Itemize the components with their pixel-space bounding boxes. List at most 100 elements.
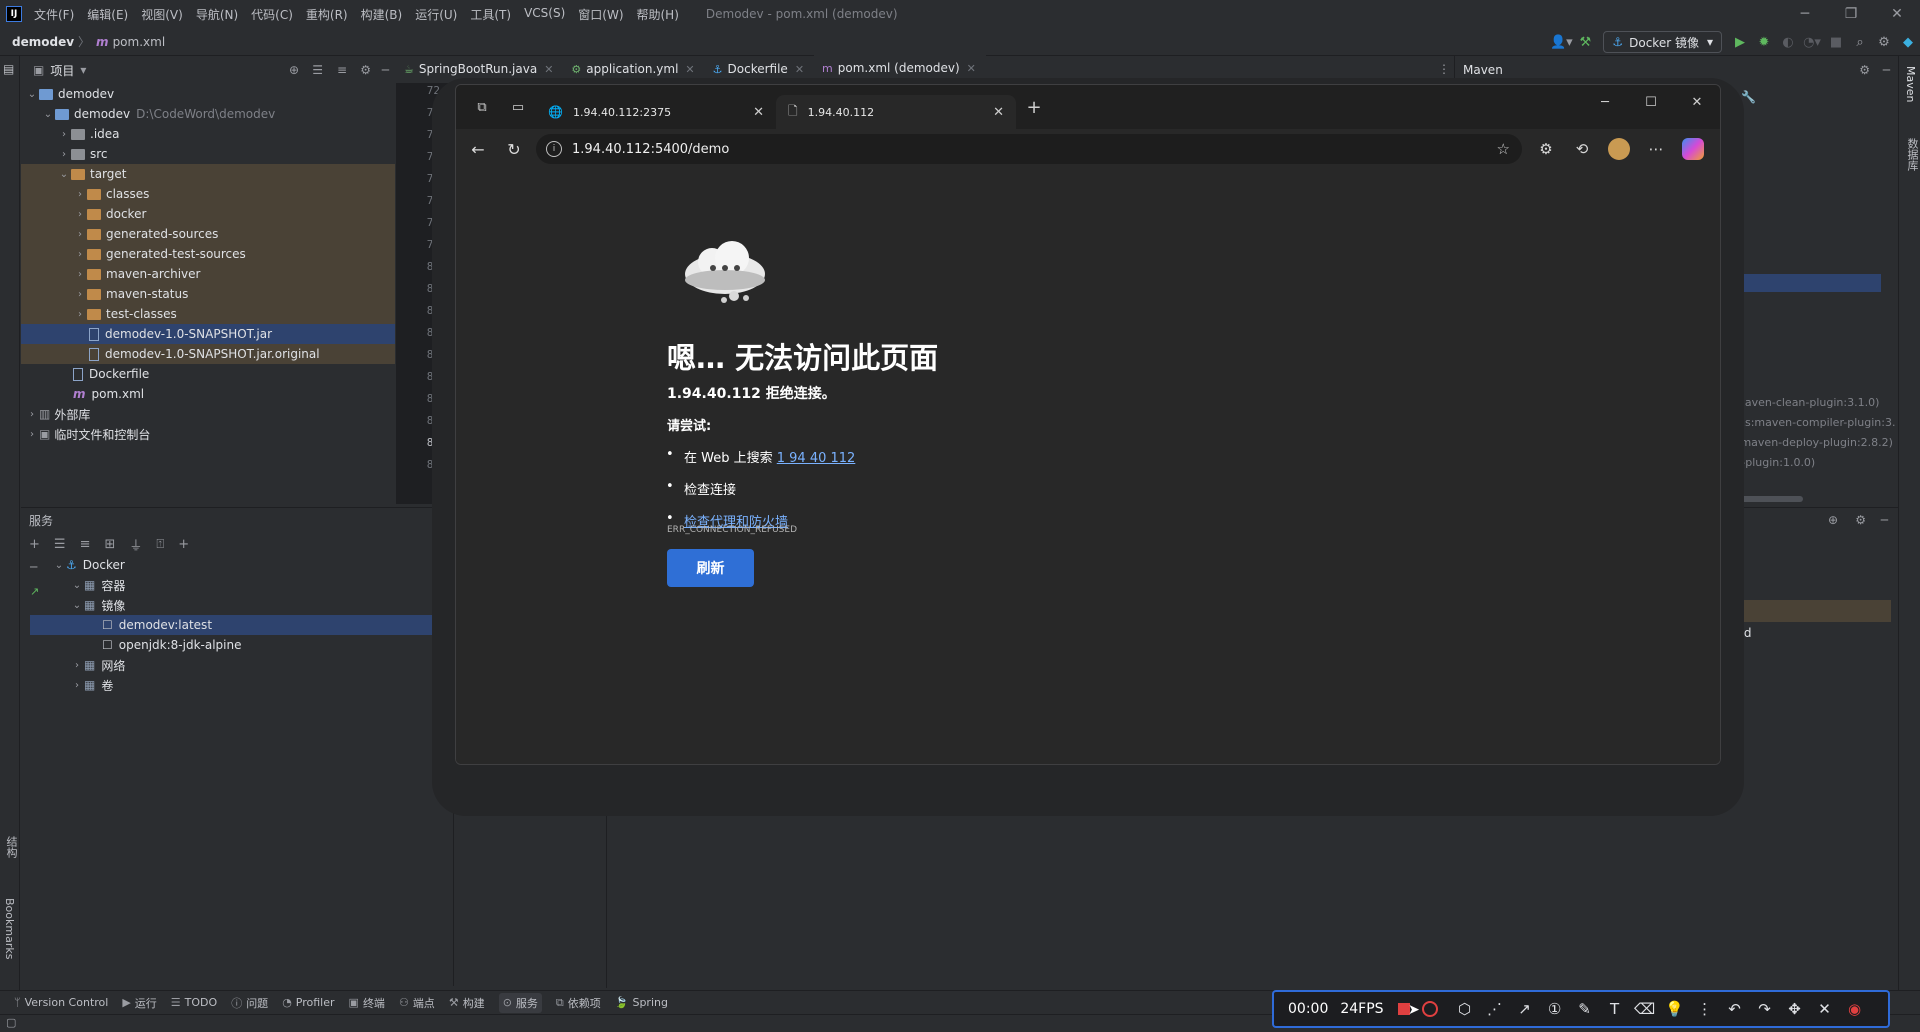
menu-item[interactable]: 重构(R) (306, 6, 348, 23)
services-tree-row[interactable]: › ▦ 卷 (30, 675, 454, 695)
project-tree-row[interactable]: › classes (21, 184, 395, 204)
collapse-all-icon[interactable]: ≡ (337, 63, 347, 77)
database-tool-label[interactable]: 数据库 (1904, 138, 1920, 171)
project-tree-row[interactable]: m pom.xml (21, 384, 395, 404)
project-tree-row[interactable]: › ▥ 外部库 (21, 404, 395, 424)
profile-icon[interactable]: ◔▾ (1800, 30, 1824, 54)
hide-panel-icon[interactable]: ─ (382, 63, 389, 77)
close-tab-icon[interactable]: ✕ (544, 63, 553, 76)
tool-window-button[interactable]: ⧉ 依赖项 (556, 995, 601, 1011)
gear-icon[interactable]: ⚙ (1855, 513, 1866, 527)
tab-options-icon[interactable]: ⋮ (1438, 62, 1450, 76)
maven-tool-label[interactable]: Maven (1904, 66, 1917, 102)
project-tree-row[interactable]: › .idea (21, 124, 395, 144)
tool-window-button[interactable]: 🍃 Spring (615, 996, 668, 1009)
project-tree-row[interactable]: › src (21, 144, 395, 164)
maven-plugin-item[interactable]: ven-plugin:1.0.0) (1721, 456, 1895, 476)
shape-icon[interactable]: ⬡ (1450, 1000, 1480, 1018)
breadcrumb-project[interactable]: demodev (12, 35, 74, 49)
tool-window-button[interactable]: ⓘ 问题 (231, 995, 268, 1011)
chevron-right-icon[interactable]: › (25, 409, 39, 420)
chevron-right-icon[interactable]: › (70, 660, 84, 671)
minimize-icon[interactable]: ─ (1582, 85, 1628, 119)
more-options-icon[interactable]: ⋮ (1690, 1000, 1720, 1018)
chevron-right-icon[interactable]: › (73, 269, 87, 280)
reload-icon[interactable]: ↻ (496, 140, 532, 159)
new-tab-icon[interactable]: + (1016, 93, 1052, 121)
more-menu-icon[interactable]: ⋯ (1638, 140, 1674, 158)
tool-window-button[interactable]: ▶ 运行 (122, 995, 156, 1011)
tool-window-button[interactable]: ☰ TODO (171, 996, 217, 1009)
refresh-button[interactable]: 刷新 (667, 549, 754, 587)
menu-item[interactable]: 文件(F) (34, 6, 74, 23)
tool-window-button[interactable]: ⚇ 端点 (399, 995, 435, 1011)
maven-plugin-item[interactable]: ins:maven-deploy-plugin:2.8.2) (1721, 436, 1895, 456)
workspaces-icon[interactable]: ⧉ (464, 93, 500, 121)
hide-panel-icon[interactable]: ─ (1881, 513, 1888, 527)
tool-window-button[interactable]: ◔ Profiler (282, 996, 334, 1009)
menu-item[interactable]: 编辑(E) (87, 6, 128, 23)
chevron-right-icon[interactable]: › (73, 189, 87, 200)
add-icon[interactable]: + (29, 537, 40, 552)
menu-item[interactable]: 导航(N) (196, 6, 238, 23)
menu-item[interactable]: VCS(S) (524, 6, 565, 23)
undo-icon[interactable]: ↶ (1720, 1000, 1750, 1018)
browser-tab-1[interactable]: 🌐 1.94.40.112:2375 ✕ (536, 95, 776, 129)
project-tree-row[interactable]: demodev-1.0-SNAPSHOT.jar.original (21, 344, 395, 364)
eraser-icon[interactable]: ⌫ (1630, 1000, 1660, 1018)
project-tree-row[interactable]: › docker (21, 204, 395, 224)
globe-icon[interactable]: ⊕ (1828, 513, 1838, 527)
tool-window-button[interactable]: ᛘ Version Control (14, 996, 108, 1009)
chevron-right-icon[interactable]: › (57, 129, 71, 140)
maven-plugin-item[interactable]: :s:maven-clean-plugin:3.1.0) (1721, 396, 1895, 416)
chevron-down-icon[interactable]: ⌄ (70, 600, 84, 611)
project-tree-row[interactable]: demodev-1.0-SNAPSHOT.jar (21, 324, 395, 344)
project-tree-row[interactable]: › maven-archiver (21, 264, 395, 284)
structure-tool-label[interactable]: 结构 (3, 836, 19, 858)
chevron-down-icon[interactable]: ⌄ (25, 89, 39, 100)
site-info-icon[interactable]: i (546, 141, 562, 157)
menu-item[interactable]: 构建(B) (361, 6, 403, 23)
expand-all-icon[interactable]: ☰ (312, 63, 323, 77)
record-status-icon[interactable]: ◉ (1840, 1000, 1870, 1018)
bookmarks-tool-label[interactable]: Bookmarks (3, 898, 16, 959)
gear-icon[interactable]: ⚙ (360, 63, 371, 77)
stop-icon[interactable]: ■ (1824, 30, 1848, 54)
number-marker-icon[interactable]: ① (1540, 1000, 1570, 1018)
run-icon[interactable]: ▶ (1728, 30, 1752, 54)
menu-item[interactable]: 窗口(W) (578, 6, 623, 23)
project-tree-row[interactable]: › test-classes (21, 304, 395, 324)
close-tab-icon[interactable]: ✕ (753, 105, 764, 120)
menu-item[interactable]: 代码(C) (251, 6, 293, 23)
chevron-down-icon[interactable]: ▾ (80, 63, 86, 77)
close-icon[interactable]: ✕ (1674, 85, 1720, 119)
polyline-icon[interactable]: ⋰ (1480, 1000, 1510, 1018)
menu-item[interactable]: 帮助(H) (637, 6, 679, 23)
layout-icon[interactable]: ▢ (6, 1016, 16, 1029)
chevron-right-icon[interactable]: › (73, 249, 87, 260)
chevron-right-icon[interactable]: › (73, 309, 87, 320)
project-tree-row[interactable]: Dockerfile (21, 364, 395, 384)
project-tree-row[interactable]: ⌄ demodev D:\CodeWord\demodev (21, 104, 395, 124)
chevron-down-icon[interactable]: ⌄ (57, 169, 71, 180)
tool-window-button[interactable]: ⚒ 构建 (449, 995, 485, 1011)
maven-plugin-item[interactable]: ugins:maven-compiler-plugin:3. (1721, 416, 1895, 436)
chevron-right-icon[interactable]: › (25, 429, 39, 440)
close-tab-icon[interactable]: ✕ (795, 63, 804, 76)
close-tab-icon[interactable]: ✕ (685, 63, 694, 76)
project-tree-row[interactable]: › generated-test-sources (21, 244, 395, 264)
maven-selected-row[interactable] (1721, 274, 1881, 292)
group-by-icon[interactable]: ⊞ (104, 537, 115, 552)
back-icon[interactable]: ← (460, 140, 496, 159)
filter-icon[interactable]: ⏚ (129, 535, 142, 554)
chevron-right-icon[interactable]: › (73, 209, 87, 220)
maximize-icon[interactable]: ☐ (1628, 85, 1674, 119)
project-tree-row[interactable]: ⌄ target (21, 164, 395, 184)
minimize-icon[interactable]: ─ (1782, 0, 1828, 28)
new-service-icon[interactable]: + (178, 537, 189, 552)
hide-panel-icon[interactable]: ─ (1883, 63, 1890, 77)
user-icon[interactable]: 👤▾ (1549, 30, 1573, 54)
services-tree-row[interactable]: ⌄ ⚓ Docker (30, 555, 454, 575)
close-tab-icon[interactable]: ✕ (967, 62, 976, 75)
extensions-icon[interactable]: ⚙ (1528, 140, 1564, 158)
